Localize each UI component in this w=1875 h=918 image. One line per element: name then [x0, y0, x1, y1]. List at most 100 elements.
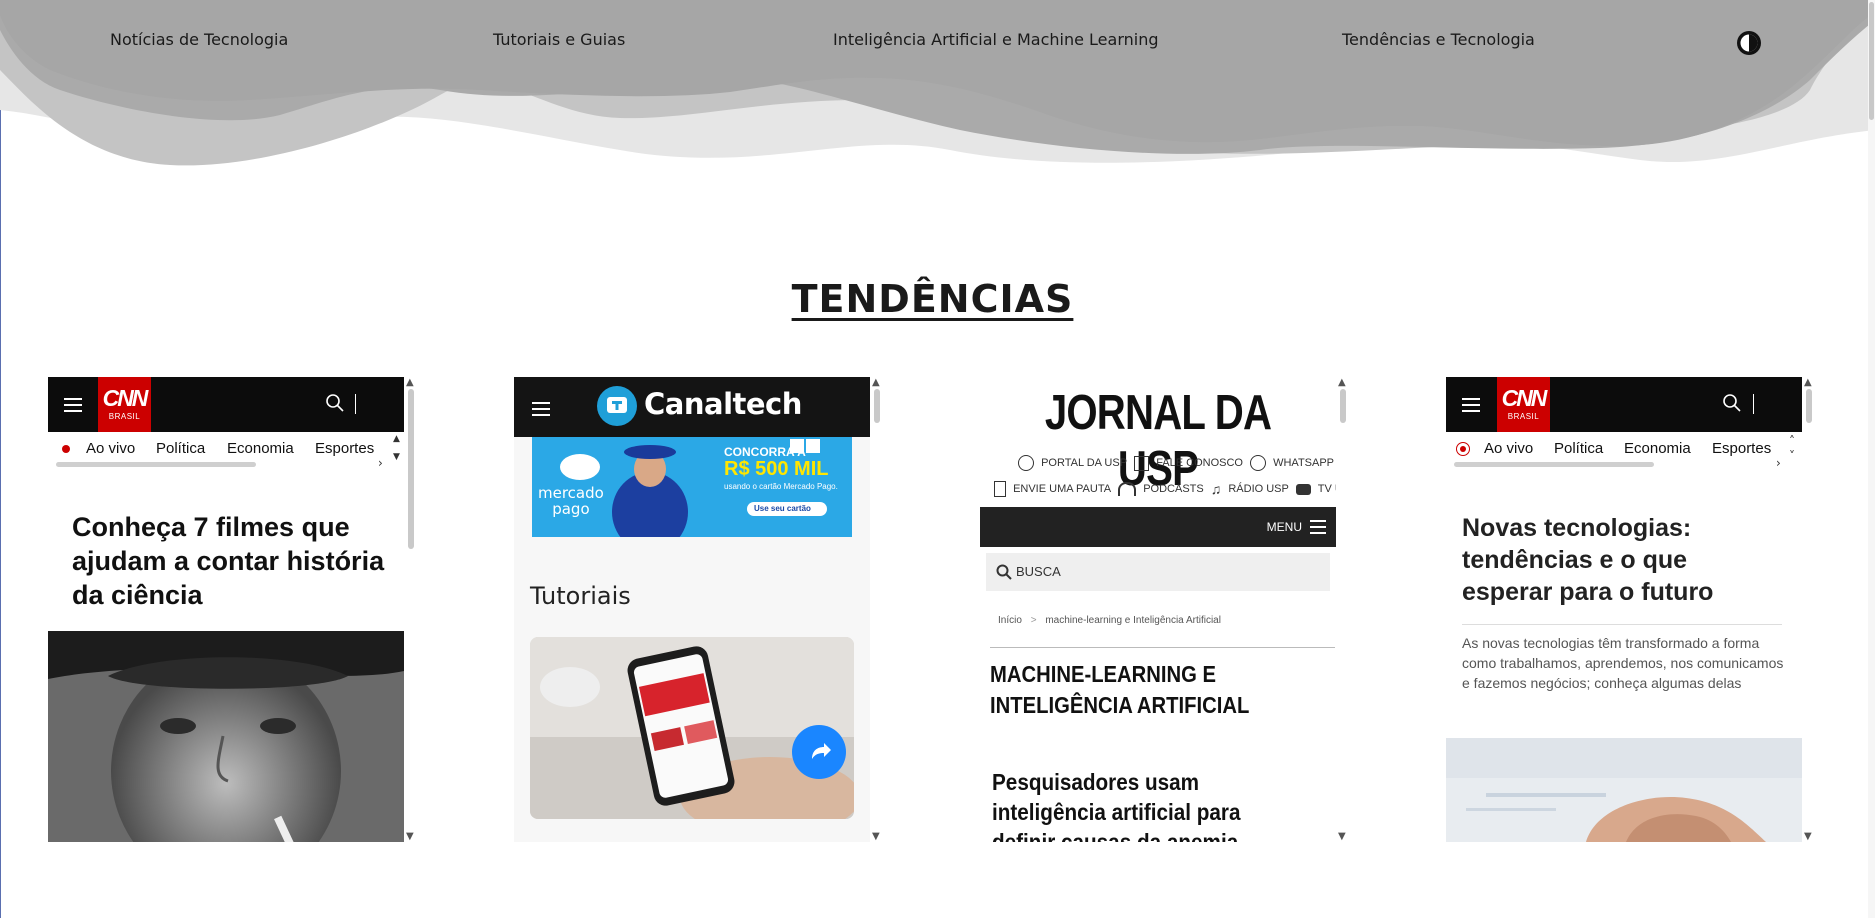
cnn-logo-text: CNN	[102, 385, 149, 411]
scrollbar-thumb[interactable]	[874, 389, 880, 423]
article-description: As novas tecnologias têm transformado a …	[1462, 635, 1784, 691]
ad-line1: CONCORRA A	[724, 445, 806, 459]
link-fale-conosco[interactable]: FALE CONOSCO	[1156, 457, 1243, 469]
scroll-down-icon[interactable]: ▼	[393, 452, 400, 462]
subnav-esportes[interactable]: Esportes	[1712, 440, 1771, 457]
scroll-up-icon[interactable]: ▲	[1804, 377, 1812, 388]
nav-link-tutoriais[interactable]: Tutoriais e Guias	[493, 30, 625, 54]
scroll-down-icon[interactable]: ▼	[1804, 831, 1812, 842]
chevron-right-icon[interactable]: ›	[1776, 456, 1781, 470]
ad-brand: mercado pago	[538, 484, 604, 518]
embed-jornal-usp[interactable]: JORNAL DA USP PORTAL DA USP FALE CONOSCO…	[980, 377, 1336, 842]
canaltech-topbar: Canaltech	[514, 377, 870, 437]
section-title: TENDÊNCIAS	[791, 277, 1074, 321]
canaltech-logo-text[interactable]: Canaltech	[644, 387, 802, 421]
horizontal-scrollbar[interactable]	[56, 462, 256, 467]
search-icon[interactable]	[1722, 393, 1742, 413]
page-scrollbar-thumb[interactable]	[1869, 2, 1874, 120]
divider	[1753, 394, 1754, 414]
usp-menu-bar[interactable]: MENU	[980, 507, 1336, 547]
article-headline[interactable]: Conheça 7 filmes que ajudam a contar his…	[72, 510, 392, 612]
scroll-up-icon[interactable]: ▲	[406, 377, 414, 388]
scroll-up-icon[interactable]: ▲	[393, 434, 400, 444]
menu-icon[interactable]	[1462, 398, 1480, 412]
search-input[interactable]: BUSCA	[986, 553, 1330, 591]
scrollbar-thumb[interactable]	[1340, 389, 1346, 423]
link-radio-usp[interactable]: RÁDIO USP	[1228, 483, 1289, 495]
article-photo	[1446, 738, 1802, 842]
scrollbar-thumb[interactable]	[408, 389, 414, 549]
link-envie-pauta[interactable]: ENVIE UMA PAUTA	[1013, 483, 1111, 495]
live-dot-icon	[62, 445, 70, 453]
embed-cnn-tecnologias[interactable]: CNN BRASIL Ao vivo Política Economia Esp…	[1446, 377, 1802, 842]
scrollbar-thumb[interactable]	[1806, 389, 1812, 423]
theme-toggle-button[interactable]	[1735, 29, 1763, 57]
menu-icon[interactable]	[1310, 520, 1326, 534]
subnav-economia[interactable]: Economia	[1624, 440, 1691, 457]
advertisement-banner[interactable]: mercado pago CONCORRA A R$ 500 MIL usando…	[532, 437, 852, 537]
subnav-ao-vivo[interactable]: Ao vivo	[86, 440, 135, 457]
search-icon	[996, 564, 1012, 580]
music-icon: ♫	[1210, 481, 1222, 497]
contrast-icon	[1737, 31, 1761, 55]
scroll-up-icon[interactable]: ▲	[872, 377, 880, 388]
nav-link-noticias[interactable]: Notícias de Tecnologia	[110, 30, 288, 54]
embed-canaltech[interactable]: Canaltech mercado pago CONCORRA A R$ 500 …	[514, 377, 870, 842]
embed-scrollbar[interactable]: ▲ ▼	[1336, 377, 1350, 842]
chevron-down-icon[interactable]: ˅	[1789, 449, 1795, 463]
menu-label[interactable]: MENU	[1267, 520, 1302, 534]
document-icon	[994, 481, 1006, 497]
ad-line3: usando o cartão Mercado Pago.	[724, 482, 838, 491]
divider	[355, 394, 356, 414]
nav-link-tendencias[interactable]: Tendências e Tecnologia	[1342, 30, 1535, 54]
cnn-logo[interactable]: CNN BRASIL	[1497, 377, 1550, 432]
breadcrumb-current[interactable]: machine-learning e Inteligência Artifici…	[1045, 615, 1221, 626]
globe-icon	[1018, 455, 1034, 471]
usp-links-row2: ENVIE UMA PAUTA PODCASTS ♫ RÁDIO USP TV …	[994, 481, 1336, 497]
divider	[1462, 624, 1782, 625]
breadcrumb-home[interactable]: Início	[998, 615, 1022, 626]
whatsapp-icon	[1250, 455, 1267, 471]
link-whatsapp[interactable]: WHATSAPP	[1273, 457, 1334, 469]
embed-cnn-filmes[interactable]: CNN BRASIL Ao vivo Política Economia Esp…	[48, 377, 404, 842]
scroll-down-icon[interactable]: ▼	[406, 831, 414, 842]
subnav-politica[interactable]: Política	[156, 440, 205, 457]
cnn-logo-subtext: BRASIL	[1507, 412, 1540, 421]
embed-scrollbar[interactable]: ▲ ▼	[404, 377, 418, 842]
cnn-topbar: CNN BRASIL	[48, 377, 404, 432]
nav-link-ia-ml[interactable]: Inteligência Artificial e Machine Learni…	[833, 30, 1159, 54]
link-tv-usp[interactable]: TV USP	[1318, 483, 1336, 495]
subnav-economia[interactable]: Economia	[227, 440, 294, 457]
scroll-down-icon[interactable]: ▼	[1338, 831, 1346, 842]
search-placeholder: BUSCA	[1016, 564, 1061, 579]
subnav-ao-vivo[interactable]: Ao vivo	[1484, 440, 1533, 457]
scroll-up-icon[interactable]: ▲	[1338, 377, 1346, 388]
canaltech-logo-icon[interactable]	[597, 386, 637, 426]
cnn-logo[interactable]: CNN BRASIL	[98, 377, 151, 432]
link-portal-usp[interactable]: PORTAL DA USP	[1041, 457, 1127, 469]
search-icon[interactable]	[325, 393, 345, 413]
cnn-logo-text: CNN	[1501, 385, 1548, 411]
share-button[interactable]	[792, 725, 846, 779]
category-title: MACHINE-LEARNING E INTELIGÊNCIA ARTIFICI…	[990, 661, 1250, 718]
article-headline[interactable]: Pesquisadores usam inteligência artifici…	[992, 767, 1298, 842]
subnav-politica[interactable]: Política	[1554, 440, 1603, 457]
scroll-down-icon[interactable]: ▼	[872, 831, 880, 842]
horizontal-scrollbar[interactable]	[1454, 462, 1654, 467]
chevron-right-icon[interactable]: ›	[378, 456, 383, 470]
subnav-esportes[interactable]: Esportes	[315, 440, 374, 457]
embed-scrollbar[interactable]: ▲ ▼	[870, 377, 884, 842]
live-dot-icon	[1460, 446, 1466, 452]
ad-line2: R$ 500 MIL	[724, 458, 829, 480]
ad-cta-button[interactable]: Use seu cartão	[754, 504, 811, 513]
edit-icon	[1134, 455, 1150, 471]
article-headline[interactable]: Novas tecnologias: tendências e o que es…	[1462, 512, 1782, 608]
menu-icon[interactable]	[64, 398, 82, 412]
chevron-up-icon[interactable]: ˄	[1789, 434, 1795, 448]
menu-icon[interactable]	[532, 402, 550, 416]
usp-links-row1: PORTAL DA USP FALE CONOSCO WHATSAPP	[1018, 455, 1336, 471]
link-podcasts[interactable]: PODCASTS	[1143, 483, 1204, 495]
breadcrumb-separator: >	[1030, 615, 1037, 626]
embed-scrollbar[interactable]: ▲ ▼	[1802, 377, 1816, 842]
page-scrollbar[interactable]	[1868, 0, 1875, 918]
